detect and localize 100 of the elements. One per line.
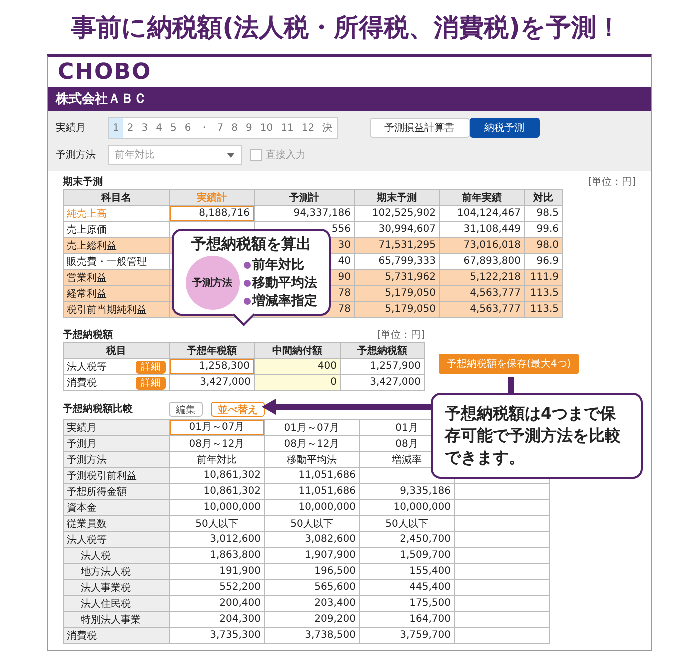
checkbox[interactable]	[250, 149, 262, 161]
row-label: 税引前当期純利益	[67, 304, 147, 316]
table-cell: 11,051,686	[298, 470, 356, 481]
month-option[interactable]: ・	[195, 118, 214, 138]
month-option[interactable]: 1	[109, 118, 124, 138]
month-option[interactable]: 決	[318, 118, 337, 138]
table-cell: 191,900	[220, 566, 261, 577]
month-option[interactable]: 12	[298, 118, 319, 138]
table-cell: 3,082,600	[305, 534, 356, 545]
row-label: 特別法人事業	[80, 614, 141, 626]
field-label: 予測方法	[56, 148, 97, 162]
bullet-icon	[244, 280, 250, 286]
month-option[interactable]: 10	[256, 118, 278, 138]
row-label: 法人住民税	[80, 598, 131, 610]
table-cell: 11,051,686	[298, 486, 356, 497]
table-cell: 10,000,000	[204, 502, 261, 513]
bullet-icon	[244, 298, 250, 304]
table-cell: 5,179,050	[385, 304, 436, 315]
table-cell: 90	[338, 272, 351, 283]
month-option[interactable]: 2	[123, 118, 138, 138]
checkbox-label: 直接入力	[266, 148, 306, 162]
row-label: 資本金	[67, 502, 97, 514]
table-cell: 552,200	[220, 582, 261, 593]
row-label: 地方法人税	[80, 566, 131, 578]
table-cell: 08月～12月	[284, 438, 340, 450]
month-option[interactable]: 4	[152, 118, 166, 138]
table-cell: 01月～07月	[170, 420, 264, 435]
method-select[interactable]: 前年対比	[108, 145, 242, 165]
company-name: 株式会社ＡＢＣ	[56, 91, 147, 108]
table-cell: 10,861,302	[204, 486, 261, 497]
table-cell: 30,994,607	[378, 224, 436, 235]
unit-label: [単位：円]	[588, 176, 636, 189]
table-cell: 3,427,000	[200, 377, 251, 388]
row-label: 予測税引前利益	[67, 470, 137, 482]
month-option[interactable]: 3	[138, 118, 152, 138]
row-label: 消費税	[67, 630, 97, 642]
table-cell: 78	[338, 288, 351, 299]
month-option[interactable]: 7	[213, 118, 228, 138]
detail-button[interactable]: 詳細	[136, 376, 166, 390]
table-cell: 10,000,000	[394, 502, 451, 513]
save-button[interactable]: 予想納税額を保存(最大4つ)	[439, 354, 580, 374]
table-cell: 99.6	[536, 224, 559, 235]
table-cell: 5,122,218	[470, 272, 521, 283]
view-tab[interactable]: 予測損益計算書	[370, 118, 470, 138]
table-cell: 175,500	[410, 598, 451, 609]
table-cell: 1,258,300	[170, 359, 254, 374]
table-cell: 40	[338, 256, 351, 267]
row-label: 消費税	[67, 378, 97, 388]
column-header: 科目名	[102, 192, 132, 204]
table-cell: 50人以下	[386, 518, 428, 530]
table-cell: 200,400	[220, 598, 261, 609]
table-cell: 3,738,500	[305, 630, 356, 641]
method-item: 移動平均法	[252, 275, 318, 292]
table-cell: 31,108,449	[464, 224, 521, 235]
toolbar-button[interactable]: 編集	[169, 402, 203, 416]
view-tab[interactable]: 納税予測	[470, 118, 540, 138]
table-cell: 01月	[396, 422, 418, 434]
field-label: 実績月	[56, 122, 87, 135]
column-header: 予測計	[290, 192, 320, 204]
table-cell: 556	[332, 224, 351, 235]
table-cell: 2,450,700	[400, 534, 451, 545]
method-item: 前年対比	[252, 256, 304, 274]
table-cell: 4,563,777	[470, 288, 521, 299]
column-header: 中間納付額	[272, 346, 322, 356]
toolbar-button[interactable]: 並べ替え	[211, 402, 265, 416]
month-option[interactable]: 8	[228, 118, 242, 138]
table-cell: 1,257,900	[370, 361, 421, 372]
row-label: 法人事業税	[80, 582, 131, 594]
table-cell: 移動平均法	[287, 454, 337, 466]
table-cell: 155,400	[410, 566, 451, 577]
caret-icon	[227, 152, 235, 158]
month-option[interactable]: 6	[180, 118, 196, 138]
table-cell: 08月～12月	[189, 438, 245, 450]
month-option[interactable]: 9	[242, 118, 256, 138]
callout-text: 予想納税額は4つまで保存可能で予測方法を比較できます。	[445, 404, 621, 467]
table-cell: 0	[330, 377, 337, 388]
month-option[interactable]: 5	[166, 118, 181, 138]
row-label: 経常利益	[67, 288, 107, 300]
row-label: 売上総利益	[67, 240, 117, 252]
table-cell: 10,000,000	[298, 502, 356, 513]
table-cell: 前年対比	[197, 454, 237, 466]
callout-title: 予想納税額を算出	[192, 235, 312, 254]
month-option[interactable]: 11	[277, 118, 298, 138]
table-cell: 01月～07月	[284, 422, 340, 434]
table-cell: 3,759,700	[400, 630, 451, 641]
row-label: 予測方法	[67, 454, 107, 466]
app-logo: CHOBO	[58, 60, 152, 84]
table-cell: 65,799,333	[378, 256, 436, 267]
detail-button[interactable]: 詳細	[136, 360, 166, 374]
column-header: 期末予測	[377, 192, 417, 204]
table-cell: 3,012,600	[210, 534, 261, 545]
table-cell: 5,731,962	[385, 272, 436, 283]
column-header: 予想納税額	[358, 346, 408, 356]
table-cell: 50人以下	[290, 518, 334, 530]
table-cell: 94,337,186	[294, 208, 351, 219]
table-cell: 209,200	[314, 614, 356, 625]
table-cell: 104,124,467	[457, 208, 521, 219]
table-cell: 9,335,186	[400, 486, 451, 497]
table-cell: 71,531,295	[378, 240, 436, 251]
row-label: 従業員数	[67, 518, 107, 530]
